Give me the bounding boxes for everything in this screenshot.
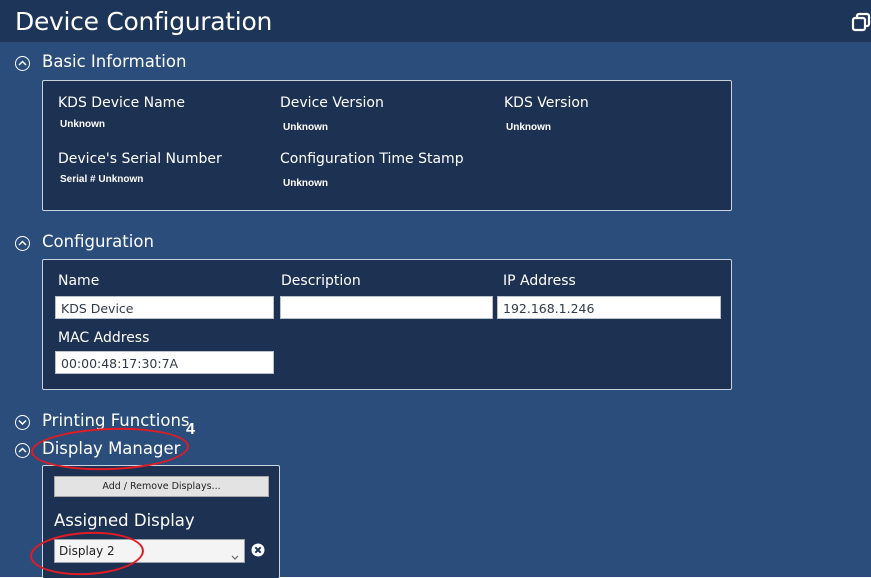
- section-title: Basic Information: [42, 52, 187, 71]
- annotation-step-number: 4: [186, 421, 195, 438]
- window-title: Device Configuration: [15, 7, 272, 36]
- chevron-down-icon: [231, 549, 239, 563]
- title-bar: Device Configuration: [0, 0, 871, 42]
- configuration-panel: Name KDS Device Description IP Address 1…: [42, 259, 732, 390]
- section-title: Configuration: [42, 232, 154, 251]
- serial-number-label: Device's Serial Number: [58, 151, 222, 167]
- description-label: Description: [281, 273, 361, 289]
- device-name-value: Unknown: [60, 119, 105, 130]
- device-name-label: KDS Device Name: [58, 95, 185, 111]
- chevron-up-circle-icon: [15, 443, 30, 458]
- serial-number-value: Serial # Unknown: [60, 174, 144, 185]
- name-input[interactable]: KDS Device: [55, 296, 274, 319]
- mac-address-input[interactable]: 00:00:48:17:30:7A: [55, 351, 274, 374]
- basic-information-panel: KDS Device Name Unknown Device Version U…: [42, 80, 732, 211]
- kds-version-value: Unknown: [506, 122, 551, 133]
- chevron-up-circle-icon: [15, 236, 30, 251]
- device-version-label: Device Version: [280, 95, 384, 111]
- mac-address-label: MAC Address: [58, 330, 150, 346]
- clear-x-circle-icon[interactable]: [251, 543, 265, 557]
- name-label: Name: [58, 273, 100, 289]
- restore-window-icon[interactable]: [851, 12, 871, 32]
- chevron-down-circle-icon: [15, 415, 30, 430]
- add-remove-displays-button[interactable]: Add / Remove Displays...: [54, 476, 269, 497]
- device-configuration-window: Device Configuration Basic Information K…: [0, 0, 871, 578]
- ip-address-input[interactable]: 192.168.1.246: [497, 296, 721, 319]
- device-version-value: Unknown: [283, 122, 328, 133]
- chevron-up-circle-icon: [15, 56, 30, 71]
- kds-version-label: KDS Version: [504, 95, 589, 111]
- config-timestamp-label: Configuration Time Stamp: [280, 151, 464, 167]
- description-input[interactable]: [280, 296, 493, 319]
- config-timestamp-value: Unknown: [283, 178, 328, 189]
- ip-address-label: IP Address: [503, 273, 576, 289]
- assigned-display-label: Assigned Display: [54, 511, 195, 530]
